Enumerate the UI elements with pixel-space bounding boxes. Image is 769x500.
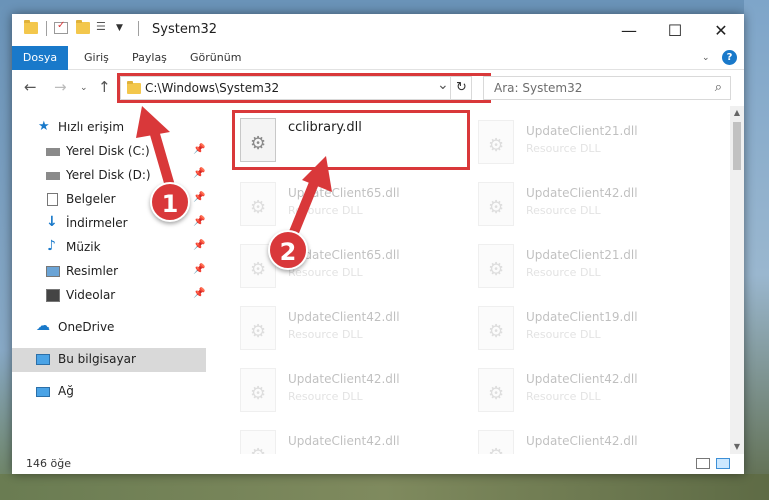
step-1-marker: 1	[150, 182, 190, 222]
annotation-arrows	[136, 106, 332, 247]
desktop-wallpaper	[744, 0, 769, 500]
file-explorer-window: ✓ ☰ ▼ System32 — ☐ ✕ Dosya Giriş Paylaş …	[12, 14, 744, 474]
arrow-1-head	[136, 106, 170, 138]
desktop-wallpaper-bottom	[0, 474, 769, 500]
step-2-marker: 2	[268, 230, 308, 270]
